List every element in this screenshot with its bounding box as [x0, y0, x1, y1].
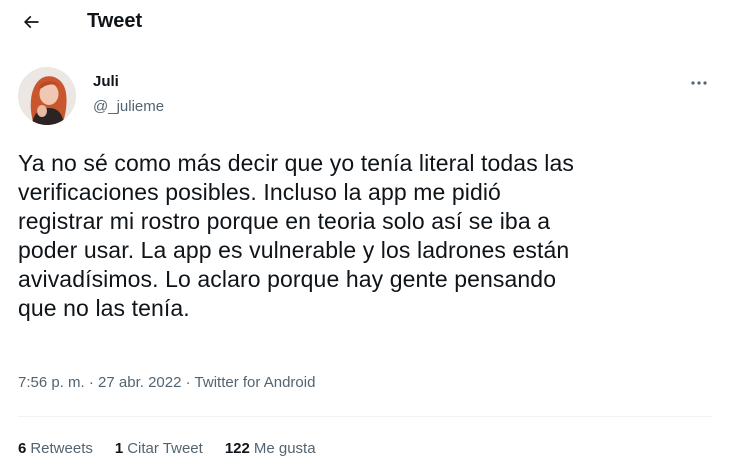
back-button[interactable] — [16, 8, 46, 36]
likes-count: 122 — [224, 440, 250, 457]
meta-separator: · — [84, 374, 99, 391]
tweet-date[interactable]: 27 abr. 2022 — [98, 374, 181, 391]
avatar-image — [18, 67, 76, 125]
author-name[interactable]: Juli — [93, 73, 119, 91]
likes-stat[interactable]: 122 Me gusta — [225, 440, 316, 458]
retweets-count: 6 — [18, 440, 27, 457]
divider — [18, 416, 712, 417]
page-title: Tweet — [87, 10, 143, 32]
tweet-time[interactable]: 7:56 p. m. — [18, 374, 85, 391]
retweets-stat[interactable]: 6 Retweets — [18, 440, 93, 458]
quote-tweets-count: 1 — [114, 440, 124, 457]
more-options-button[interactable] — [686, 72, 712, 94]
tweet-text: Ya no sé como más decir que yo tenía lit… — [18, 150, 574, 321]
quote-tweets-label: Citar Tweet — [127, 440, 203, 457]
retweets-label: Retweets — [30, 440, 93, 457]
quote-tweets-stat[interactable]: 1 Citar Tweet — [115, 440, 203, 458]
tweet-metadata: 7:56 p. m. · 27 abr. 2022 · Twitter for … — [18, 374, 315, 392]
meta-separator: · — [181, 374, 195, 391]
avatar[interactable] — [18, 67, 76, 125]
author-handle[interactable]: @_julieme — [93, 98, 164, 116]
arrow-left-icon — [23, 15, 39, 29]
likes-label: Me gusta — [253, 440, 316, 457]
tweet-stats: 6 Retweets 1 Citar Tweet 122 Me gusta — [18, 440, 338, 458]
more-horizontal-icon — [691, 81, 707, 85]
header: Tweet — [0, 0, 730, 44]
tweet-source[interactable]: Twitter for Android — [195, 374, 316, 391]
